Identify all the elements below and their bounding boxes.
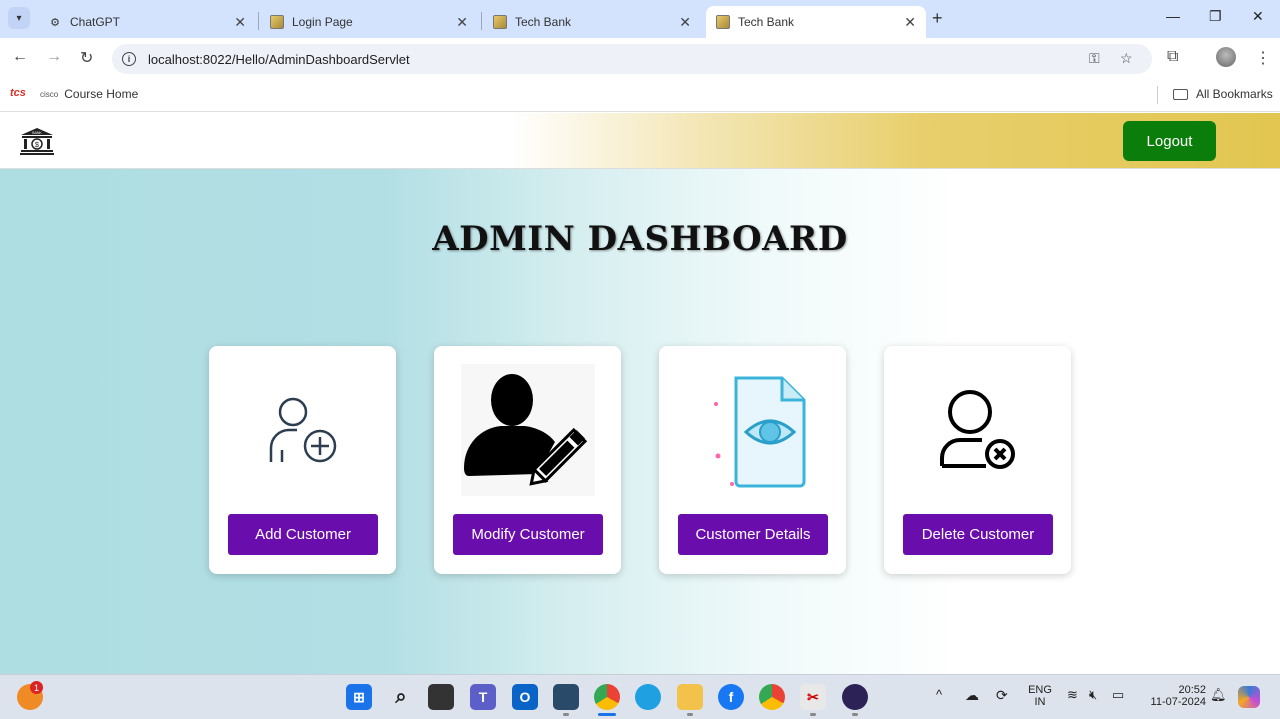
notification-bell-icon[interactable]: 🔔︎ [1210, 687, 1227, 703]
bookmark-tcs[interactable]: tcs [10, 87, 26, 99]
copilot-icon[interactable] [1238, 686, 1260, 708]
site-header: $ BANK Logout [0, 113, 1280, 169]
folder-icon [1173, 88, 1188, 100]
taskbar: ⊞ ⌕ T O f ✂ ^ ☁ ⟳ ENG IN ≋ 🔇︎ ▭ 20:52 11… [0, 674, 1280, 719]
page-favicon-icon [716, 15, 730, 29]
card-delete-customer: Delete Customer [884, 346, 1071, 574]
new-tab-button[interactable]: + [932, 8, 943, 29]
card-add-customer: Add Customer [209, 346, 396, 574]
url-text[interactable]: localhost:8022/Hello/AdminDashboardServl… [148, 52, 410, 67]
eclipse-icon[interactable] [842, 684, 868, 710]
region-label: IN [1034, 696, 1046, 708]
modify-customer-button[interactable]: Modify Customer [453, 514, 603, 555]
reload-icon[interactable]: ↻ [80, 48, 93, 68]
bookmark-course-home[interactable]: cisco Course Home [40, 87, 138, 101]
bookmark-label: Course Home [64, 87, 139, 101]
minimize-icon[interactable]: — [1166, 8, 1180, 24]
edge-icon[interactable] [635, 684, 661, 710]
tab-search-button[interactable]: ▾ [8, 7, 30, 29]
customer-details-button[interactable]: Customer Details [678, 514, 828, 555]
card-customer-details: Customer Details [659, 346, 846, 574]
restore-icon[interactable]: ❐ [1209, 8, 1222, 25]
close-icon[interactable]: ✕ [904, 14, 916, 31]
logout-button[interactable]: Logout [1123, 121, 1216, 161]
page-content: $ BANK Logout ADMIN DASHBOARD Add Custom… [0, 113, 1280, 674]
add-customer-button[interactable]: Add Customer [228, 514, 378, 555]
volume-muted-icon[interactable]: 🔇︎ [1089, 687, 1097, 703]
teams-icon[interactable]: T [470, 684, 496, 710]
profile-avatar[interactable] [1216, 47, 1236, 67]
close-icon[interactable]: ✕ [234, 14, 246, 31]
delete-customer-button[interactable]: Delete Customer [903, 514, 1053, 555]
page-title: ADMIN DASHBOARD [432, 219, 848, 259]
page-favicon-icon [270, 15, 284, 29]
tab-tech-bank-active[interactable]: Tech Bank ✕ [706, 6, 926, 38]
bookmark-label: All Bookmarks [1196, 87, 1273, 101]
start-icon[interactable]: ⊞ [346, 684, 372, 710]
extensions-icon[interactable]: ⧉ [1167, 48, 1178, 66]
task-view-icon[interactable] [428, 684, 454, 710]
site-info-icon[interactable]: i [122, 52, 136, 66]
tab-tech-bank[interactable]: Tech Bank ✕ [483, 6, 701, 38]
show-hidden-icons[interactable]: ^ [936, 687, 942, 702]
tab-chatgpt[interactable]: ⚙ ChatGPT ✕ [38, 6, 256, 38]
close-icon[interactable]: ✕ [456, 14, 468, 31]
tab-login-page[interactable]: Login Page ✕ [260, 6, 478, 38]
add-user-icon [209, 362, 396, 497]
tcs-logo: tcs [10, 87, 26, 99]
card-modify-customer: Modify Customer [434, 346, 621, 574]
battery-icon[interactable]: ▭ [1112, 687, 1124, 703]
tab-title: Login Page [292, 15, 353, 29]
password-key-icon[interactable]: ⚿ [1089, 50, 1100, 67]
facebook-icon[interactable]: f [718, 684, 744, 710]
time-label: 20:52 [1178, 684, 1206, 696]
tab-title: ChatGPT [70, 15, 121, 29]
address-bar[interactable]: i localhost:8022/Hello/AdminDashboardSer… [112, 44, 1152, 74]
search-icon[interactable]: ⌕ [388, 684, 414, 710]
forward-icon[interactable]: → [46, 48, 62, 66]
tab-title: Tech Bank [738, 15, 795, 29]
svg-text:$: $ [35, 142, 39, 149]
cisco-logo: cisco [40, 89, 59, 99]
menu-icon[interactable]: ⋮ [1255, 48, 1271, 68]
page-favicon-icon [493, 15, 507, 29]
clock[interactable]: 20:52 11-07-2024 [1140, 684, 1206, 708]
chrome-icon[interactable] [759, 684, 785, 710]
tab-title: Tech Bank [515, 15, 572, 29]
date-label: 11-07-2024 [1150, 696, 1206, 708]
chatgpt-icon: ⚙ [50, 16, 60, 29]
all-bookmarks[interactable]: All Bookmarks [1173, 87, 1273, 101]
outlook-icon[interactable]: O [512, 684, 538, 710]
view-document-icon [659, 362, 846, 497]
bookmarks-bar: tcs cisco Course Home All Bookmarks [0, 80, 1280, 112]
chrome-icon[interactable] [594, 684, 620, 710]
close-window-icon[interactable]: ✕ [1252, 8, 1264, 25]
snipping-tool-icon[interactable]: ✂ [800, 684, 826, 710]
onedrive-icon[interactable]: ☁ [965, 687, 979, 704]
tab-strip: ▾ ⚙ ChatGPT ✕ Login Page ✕ Tech Bank ✕ T… [0, 0, 1280, 38]
browser-toolbar: ← → ↻ i localhost:8022/Hello/AdminDashbo… [0, 38, 1280, 80]
bookmark-star-icon[interactable]: ☆ [1120, 50, 1133, 67]
mysql-workbench-icon[interactable] [553, 684, 579, 710]
bank-logo-icon: $ BANK [20, 128, 54, 155]
lang-label: ENG [1028, 684, 1052, 696]
edit-user-icon [434, 362, 621, 497]
notification-badge: 1 [30, 681, 43, 694]
back-icon[interactable]: ← [12, 48, 28, 66]
sync-icon[interactable]: ⟳ [996, 687, 1008, 704]
svg-text:BANK: BANK [32, 131, 42, 135]
close-icon[interactable]: ✕ [679, 14, 691, 31]
delete-user-icon [884, 362, 1071, 497]
dashboard-main: ADMIN DASHBOARD Add Customer Modify Cust… [0, 169, 1280, 674]
wifi-icon[interactable]: ≋ [1067, 687, 1078, 703]
file-explorer-icon[interactable] [677, 684, 703, 710]
language-indicator[interactable]: ENG IN [1026, 684, 1054, 708]
